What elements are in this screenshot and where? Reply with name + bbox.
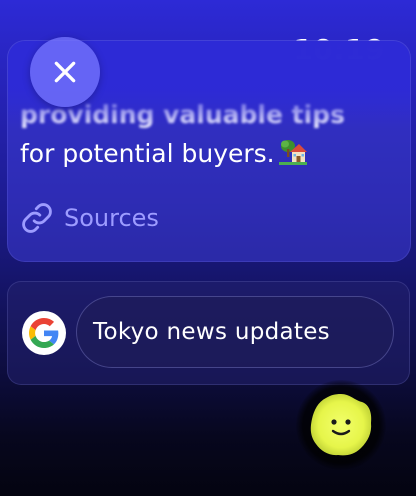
answer-text-line-2-label: for potential buyers. — [20, 139, 275, 168]
search-query-chip[interactable]: Tokyo news updates — [76, 296, 394, 368]
google-logo-icon — [22, 311, 66, 355]
sources-label: Sources — [64, 204, 159, 232]
link-icon — [22, 203, 52, 233]
close-icon — [54, 61, 76, 83]
answer-text-line-2: for potential buyers. — [20, 137, 307, 170]
smiley-blob-icon — [310, 394, 372, 456]
sources-link[interactable]: Sources — [20, 201, 159, 235]
assistant-avatar-button[interactable] — [296, 380, 386, 470]
search-query-text: Tokyo news updates — [93, 319, 330, 345]
close-button[interactable] — [30, 37, 100, 107]
house-with-garden-emoji-icon — [278, 137, 307, 165]
search-suggestion-card[interactable]: Tokyo news updates — [7, 281, 410, 385]
